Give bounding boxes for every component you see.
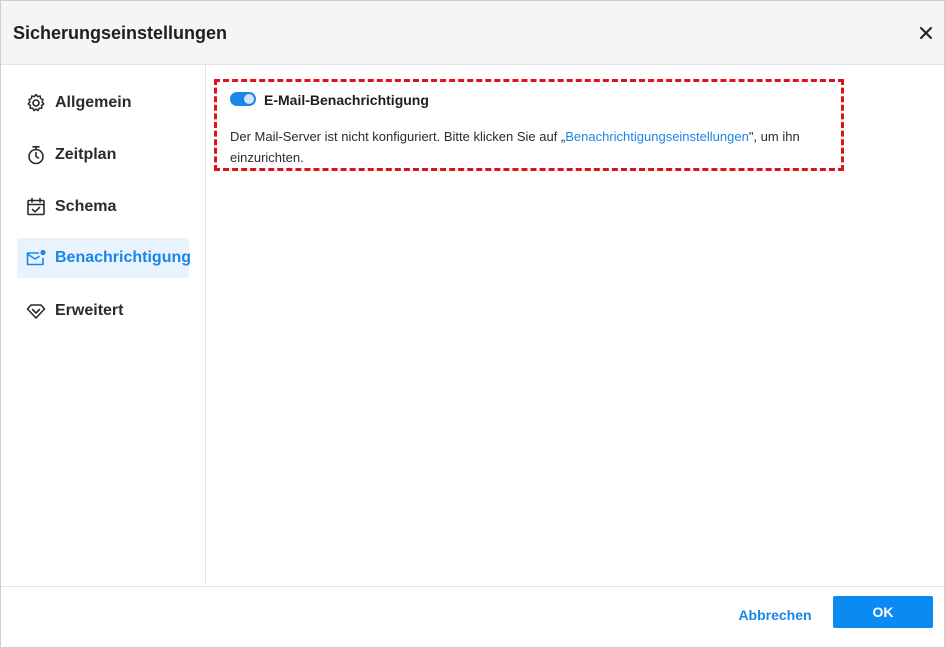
sidebar-item-zeitplan[interactable]: Zeitplan xyxy=(17,135,189,175)
sidebar-item-label: Schema xyxy=(55,198,117,215)
sidebar: Allgemein Zeitplan Schema Benachrichtigu… xyxy=(1,65,206,585)
diamond-icon xyxy=(25,300,47,322)
settings-dialog: Sicherungseinstellungen Allgemein Zeitpl… xyxy=(0,0,945,648)
sidebar-item-label: Erweitert xyxy=(55,302,124,319)
notification-settings-link[interactable]: Benachrichtigungseinstellungen xyxy=(565,129,749,144)
close-icon xyxy=(920,27,932,39)
content-panel: E-Mail-Benachrichtigung Der Mail-Server … xyxy=(206,65,944,585)
sidebar-item-label: Allgemein xyxy=(55,94,132,111)
toggle-knob xyxy=(244,94,254,104)
email-notification-description: Der Mail-Server ist nicht konfiguriert. … xyxy=(230,126,842,168)
sidebar-item-schema[interactable]: Schema xyxy=(17,187,189,227)
calendar-check-icon xyxy=(25,196,47,218)
email-notification-toggle[interactable] xyxy=(230,92,256,106)
close-button[interactable] xyxy=(914,21,938,45)
gear-icon xyxy=(25,92,47,114)
mail-notification-icon xyxy=(25,247,47,269)
sidebar-item-allgemein[interactable]: Allgemein xyxy=(17,83,189,123)
description-prefix: Der Mail-Server ist nicht konfiguriert. … xyxy=(230,129,566,144)
sidebar-item-erweitert[interactable]: Erweitert xyxy=(17,291,189,331)
sidebar-item-benachrichtigung[interactable]: Benachrichtigung xyxy=(17,238,192,278)
title-bar: Sicherungseinstellungen xyxy=(1,1,944,65)
dialog-footer: Abbrechen OK xyxy=(1,586,944,648)
email-notification-title: E-Mail-Benachrichtigung xyxy=(264,92,429,108)
cancel-button[interactable]: Abbrechen xyxy=(729,599,821,631)
dialog-title: Sicherungseinstellungen xyxy=(13,23,228,43)
sidebar-item-label: Benachrichtigung xyxy=(55,249,192,266)
sidebar-item-label: Zeitplan xyxy=(55,146,117,163)
stopwatch-icon xyxy=(25,144,47,166)
ok-button[interactable]: OK xyxy=(833,596,933,628)
